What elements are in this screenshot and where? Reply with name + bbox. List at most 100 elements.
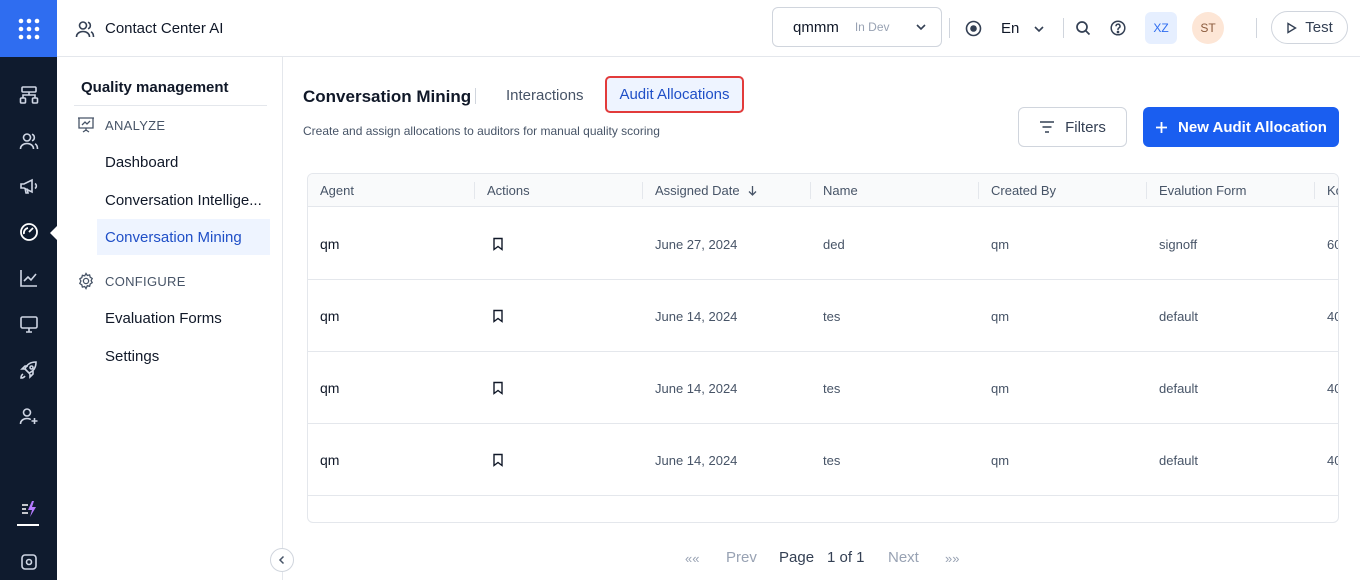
filters-label: Filters [1065,118,1106,136]
header-divider [949,18,950,38]
test-button[interactable]: Test [1271,11,1348,44]
users-icon [19,133,38,150]
header-divider [1256,18,1257,38]
target-icon [965,20,981,36]
chevron-left-icon [278,555,285,565]
gauge-icon [19,223,38,241]
avatar-st[interactable]: ST [1192,12,1224,44]
column-divider [642,182,643,199]
rail-desktop-button[interactable] [0,301,57,347]
table-row[interactable]: qm June 14, 2024 tes qm default 40 [308,352,1338,424]
table-row[interactable]: qm June 14, 2024 tes qm default 40 [308,280,1338,352]
sidebar-item-conversation-intelligence[interactable]: Conversation Intellige... [97,182,270,218]
column-divider [810,182,811,199]
rail-flows-button[interactable] [0,72,57,118]
cell-name: tes [823,452,841,468]
record-button[interactable] [963,18,983,38]
user-plus-icon [19,408,37,425]
column-evaluation-form[interactable]: Evalution Form [1159,174,1246,207]
secondary-sidebar: Quality management ANALYZE Dashboard Con… [57,57,283,580]
sort-down-icon [748,186,757,196]
collapse-sidebar-button[interactable] [270,548,294,572]
rail-analytics-button[interactable] [0,255,57,301]
chevron-down-icon [1034,25,1044,32]
table-header: Agent Actions Assigned Date Name Created… [308,174,1338,207]
section-configure: CONFIGURE [77,272,186,290]
bookmark-button[interactable] [492,352,504,424]
table-row[interactable]: qm June 14, 2024 tes qm default 40 [308,424,1338,496]
column-created-by[interactable]: Created By [991,174,1056,207]
header-divider [1063,18,1064,38]
rail-add-user-button[interactable] [0,393,57,439]
prev-page-button[interactable]: Prev [726,549,757,566]
rail-deploy-button[interactable] [0,347,57,393]
env-name: qmmm [793,18,839,36]
cell-overflow: 40 [1327,452,1338,468]
app-title-text: Contact Center AI [105,20,224,37]
avatar-xz[interactable]: XZ [1145,12,1177,44]
bookmark-icon [493,381,503,395]
section-analyze-label: ANALYZE [105,117,166,133]
page-subtitle: Create and assign allocations to auditor… [303,124,660,138]
page-info: 1 of 1 [827,549,865,566]
cell-name: tes [823,380,841,396]
cell-assigned-date: June 14, 2024 [655,452,738,468]
column-divider [1314,182,1315,199]
cell-name: ded [823,236,845,252]
users-icon [75,20,95,37]
rail-settings-button[interactable] [0,539,57,580]
sidebar-item-settings[interactable]: Settings [97,338,270,374]
cell-evaluation-form: signoff [1159,236,1198,252]
column-name[interactable]: Name [823,174,858,207]
test-label: Test [1305,19,1333,36]
cell-overflow: 60 [1327,236,1338,252]
cell-name: tes [823,308,841,324]
bookmark-icon [493,453,503,467]
grid-icon [18,18,39,39]
chevron-down-icon [916,24,926,31]
apps-grid-button[interactable] [0,0,57,57]
sidebar-item-evaluation-forms[interactable]: Evaluation Forms [97,300,270,336]
cell-assigned-date: June 27, 2024 [655,236,738,252]
rail-users-button[interactable] [0,118,57,164]
rail-quality-button[interactable] [0,209,57,255]
search-icon [1076,21,1091,36]
table-row[interactable]: qm June 27, 2024 ded qm signoff 60 [308,208,1338,280]
env-badge: In Dev [854,20,890,34]
first-page-button[interactable]: «« [685,551,699,566]
sidebar-divider [74,105,267,106]
language-label: En [1001,20,1020,37]
presentation-chart-icon [78,117,94,133]
language-select[interactable]: En [1001,0,1045,57]
rail-campaigns-button[interactable] [0,163,57,209]
cell-created-by: qm [991,236,1010,252]
filters-button[interactable]: Filters [1018,107,1127,147]
rocket-icon [19,361,37,379]
section-analyze: ANALYZE [77,116,165,134]
sidebar-item-dashboard[interactable]: Dashboard [97,144,270,180]
column-divider [474,182,475,199]
column-divider [1146,182,1147,199]
column-assigned-date[interactable]: Assigned Date [655,174,757,207]
cell-assigned-date: June 14, 2024 [655,308,738,324]
bookmark-button[interactable] [492,424,504,496]
cell-created-by: qm [991,308,1010,324]
help-icon [1110,20,1126,36]
help-button[interactable] [1108,18,1128,38]
tab-audit-allocations[interactable]: Audit Allocations [605,76,744,113]
tab-interactions[interactable]: Interactions [506,87,584,104]
bookmark-button[interactable] [492,280,504,352]
environment-select[interactable]: qmmm In Dev [772,7,942,47]
column-agent[interactable]: Agent [320,174,354,207]
page-label: Page [779,549,815,566]
column-overflow[interactable]: Ko [1327,174,1338,207]
bookmark-button[interactable] [492,208,504,280]
cell-evaluation-form: default [1159,308,1199,324]
search-button[interactable] [1073,18,1093,38]
sidebar-item-conversation-mining[interactable]: Conversation Mining [97,219,270,255]
section-configure-label: CONFIGURE [105,273,186,289]
last-page-button[interactable]: »» [945,551,959,566]
next-page-button[interactable]: Next [888,549,919,566]
new-audit-allocation-button[interactable]: New Audit Allocation [1143,107,1339,147]
sidebar-title: Quality management [81,79,229,96]
